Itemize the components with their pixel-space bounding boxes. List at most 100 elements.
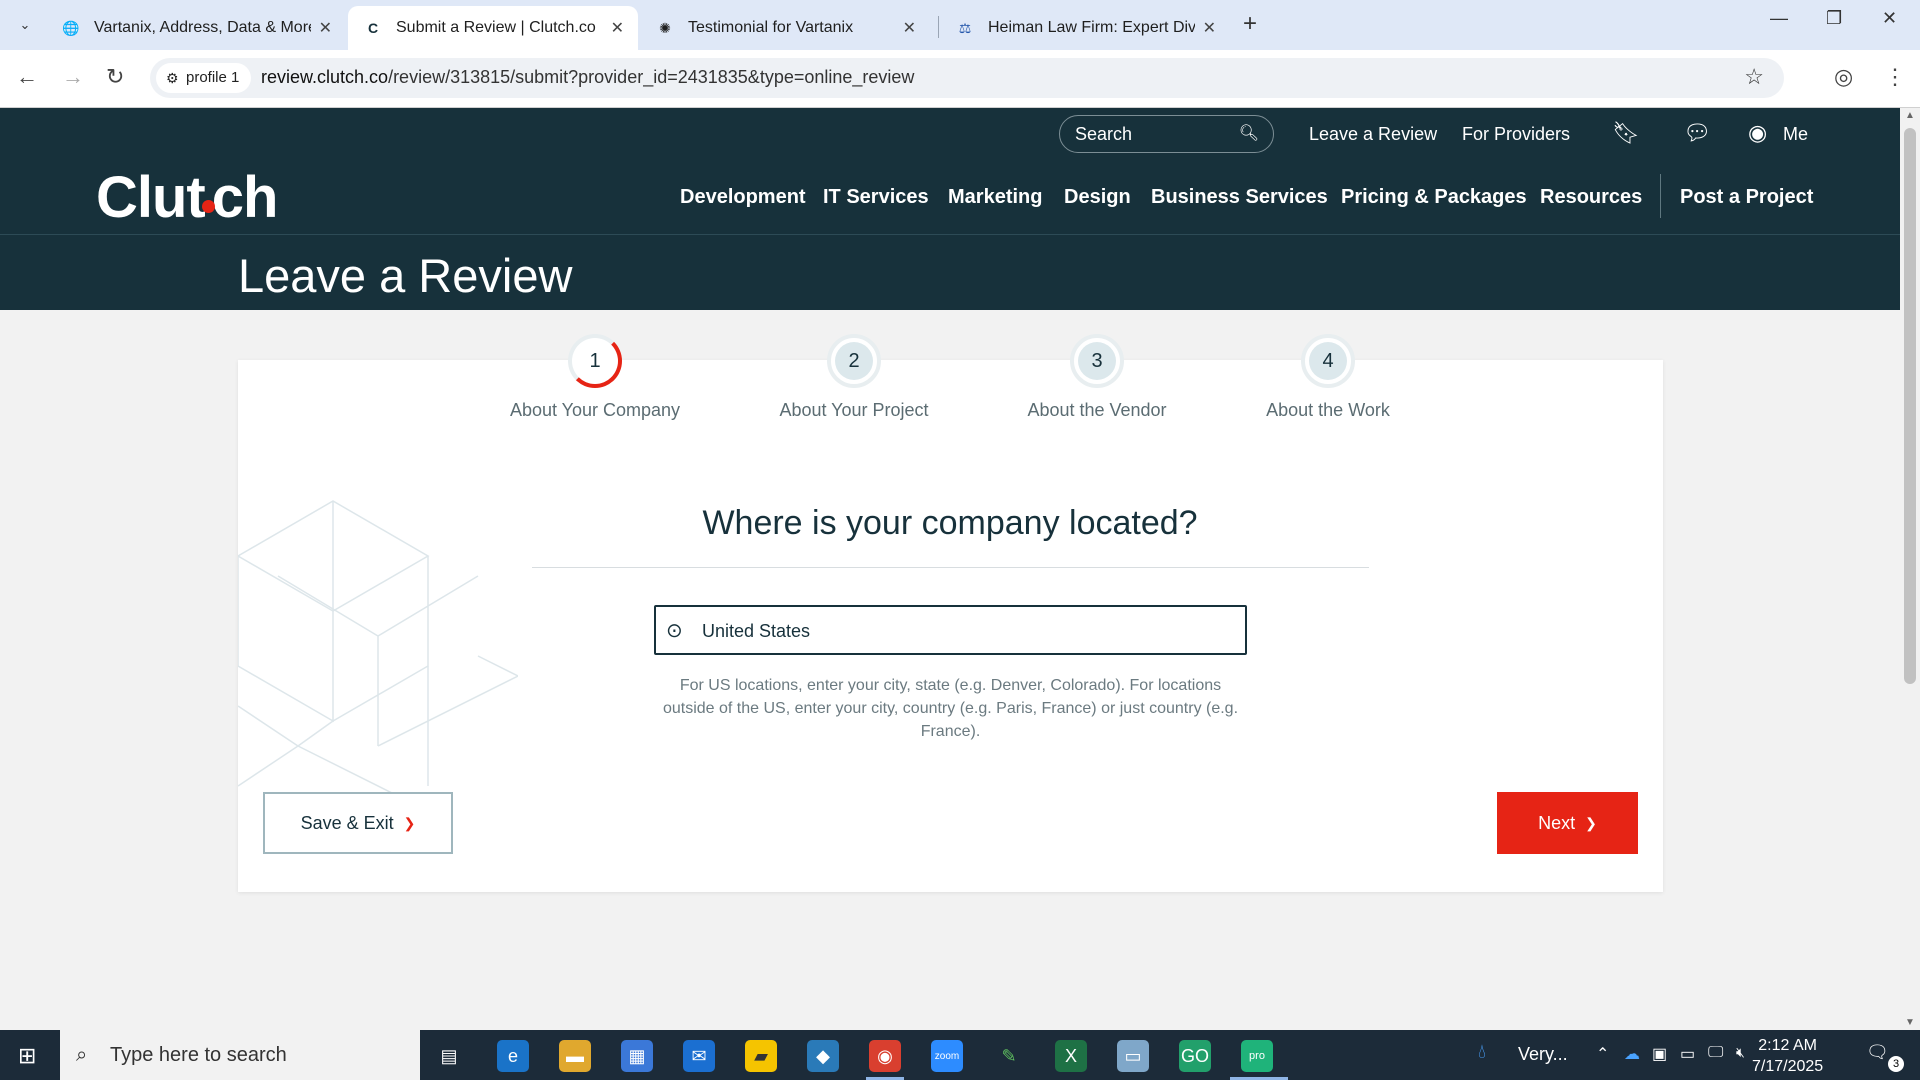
excel-icon[interactable]: X: [1055, 1040, 1087, 1072]
location-pin-icon: ⊙: [666, 620, 683, 642]
close-tab-icon[interactable]: ✕: [1203, 18, 1216, 38]
post-project-link[interactable]: Post a Project: [1680, 186, 1813, 209]
messages-icon[interactable]: 💬︎: [1683, 120, 1711, 146]
app-icon[interactable]: ◆: [807, 1040, 839, 1072]
step-about-company: 1 About Your Company: [495, 334, 695, 421]
nav-pricing-packages[interactable]: Pricing & Packages: [1341, 186, 1527, 209]
bookmark-icon[interactable]: 🔖︎: [1612, 120, 1640, 146]
tab-vartanix[interactable]: 🌐 Vartanix, Address, Data & More ✕: [46, 6, 346, 50]
nav-design[interactable]: Design: [1064, 186, 1131, 209]
taskbar-search[interactable]: ⌕ Type here to search: [60, 1030, 420, 1080]
location-hint: For US locations, enter your city, state…: [662, 677, 1239, 740]
nav-business-services[interactable]: Business Services: [1151, 186, 1328, 209]
network-icon[interactable]: 🖵︎: [1708, 1044, 1723, 1062]
close-window-icon[interactable]: ✕: [1882, 8, 1897, 29]
menu-kebab-icon[interactable]: ⋮: [1884, 64, 1906, 90]
sticky-notes-icon[interactable]: ▰: [745, 1040, 777, 1072]
leave-review-link[interactable]: Leave a Review: [1309, 124, 1437, 145]
step-number: 2: [835, 342, 873, 380]
back-icon[interactable]: ←: [16, 64, 38, 90]
profile-app-icon[interactable]: pro: [1241, 1040, 1273, 1072]
omnibox[interactable]: profile 1 review.clutch.co/review/313815…: [150, 58, 1784, 98]
url-text[interactable]: review.clutch.co/review/313815/submit?pr…: [261, 67, 914, 88]
step-about-vendor: 3 About the Vendor: [997, 334, 1197, 421]
nav-development[interactable]: Development: [680, 186, 806, 209]
step-circle: 4: [1301, 334, 1355, 388]
notepad-icon[interactable]: ▭: [1117, 1040, 1149, 1072]
chevron-right-icon: ❯: [403, 814, 416, 831]
scroll-up-icon[interactable]: ▲: [1905, 110, 1915, 121]
new-tab-icon[interactable]: +: [1243, 10, 1257, 38]
step-label: About the Vendor: [1027, 400, 1167, 420]
nav-divider: [1660, 174, 1661, 218]
for-providers-link[interactable]: For Providers: [1462, 124, 1570, 145]
notification-count-badge: 3: [1888, 1056, 1904, 1072]
user-circle-icon[interactable]: ◉: [1748, 120, 1767, 146]
step-number: 1: [576, 342, 614, 380]
close-tab-icon[interactable]: ✕: [611, 18, 624, 38]
tab-title: Submit a Review | Clutch.co: [396, 19, 596, 36]
tab-heiman-law[interactable]: ⚖ Heiman Law Firm: Expert Divorc ✕: [940, 6, 1230, 50]
close-tab-icon[interactable]: ✕: [319, 18, 332, 38]
nav-resources[interactable]: Resources: [1540, 186, 1642, 209]
weather-text[interactable]: Very...: [1518, 1044, 1568, 1065]
forward-icon[interactable]: →: [62, 64, 84, 90]
tab-title: Testimonial for Vartanix: [688, 19, 854, 36]
chatgpt-icon: ✺: [659, 19, 671, 36]
scrollbar-thumb[interactable]: [1904, 128, 1916, 684]
step-number: 4: [1309, 342, 1347, 380]
file-explorer-icon[interactable]: ▬: [559, 1040, 591, 1072]
weather-icon[interactable]: 💧︎: [1478, 1041, 1486, 1064]
zoom-icon[interactable]: zoom: [931, 1040, 963, 1072]
me-link[interactable]: Me: [1783, 124, 1808, 145]
profile-chip[interactable]: profile 1: [156, 63, 252, 93]
edge-icon[interactable]: e: [497, 1040, 529, 1072]
task-view-icon[interactable]: ▤: [433, 1040, 465, 1072]
onedrive-icon[interactable]: ☁: [1624, 1044, 1640, 1064]
restore-icon[interactable]: ❐: [1826, 8, 1842, 29]
location-input[interactable]: [702, 617, 1222, 645]
save-exit-label: Save & Exit: [300, 812, 394, 833]
close-tab-icon[interactable]: ✕: [903, 18, 916, 38]
site-header: Search 🔍︎ Leave a Review For Providers 🔖…: [0, 108, 1900, 310]
step-circle: 3: [1070, 334, 1124, 388]
goto-icon[interactable]: GO: [1179, 1040, 1211, 1072]
tab-testimonial[interactable]: ✺ Testimonial for Vartanix ✕: [640, 6, 930, 50]
location-field[interactable]: ⊙: [654, 605, 1247, 655]
scroll-down-icon[interactable]: ▼: [1905, 1017, 1915, 1028]
tab-search-dropdown[interactable]: ⌄: [8, 12, 42, 38]
store-icon[interactable]: ▦: [621, 1040, 653, 1072]
notifications-icon[interactable]: 🗨︎: [1866, 1042, 1889, 1063]
clutch-logo[interactable]: Clut ch: [96, 164, 278, 231]
bookmark-star-icon[interactable]: ☆: [1744, 64, 1764, 90]
url-host: review.clutch.co: [261, 67, 389, 87]
mail-icon[interactable]: ✉: [683, 1040, 715, 1072]
site-search-input[interactable]: Search 🔍︎: [1059, 115, 1274, 153]
save-exit-button[interactable]: Save & Exit ❯: [263, 792, 453, 854]
minimize-icon[interactable]: —: [1770, 8, 1788, 29]
search-icon: ⌕: [76, 1044, 88, 1066]
pen-app-icon[interactable]: ✎: [993, 1040, 1025, 1072]
meet-now-icon[interactable]: ▣: [1652, 1044, 1667, 1064]
nav-it-services[interactable]: IT Services: [823, 186, 929, 209]
logo-dot: [201, 200, 215, 213]
nav-marketing[interactable]: Marketing: [948, 186, 1042, 209]
battery-icon[interactable]: ▭: [1680, 1044, 1695, 1064]
step-about-work: 4 About the Work: [1228, 334, 1428, 421]
search-icon[interactable]: 🔍︎: [1239, 116, 1259, 152]
header-divider: [0, 234, 1900, 235]
tab-title: Vartanix, Address, Data & More: [94, 19, 311, 36]
volume-muted-icon[interactable]: 🔇︎: [1736, 1044, 1745, 1061]
tray-chevron-icon[interactable]: ⌃: [1596, 1044, 1609, 1064]
reload-icon[interactable]: ↻: [106, 64, 124, 90]
account-icon[interactable]: ◎: [1834, 64, 1853, 90]
chrome-icon[interactable]: ◉: [869, 1040, 901, 1072]
page-scrollbar[interactable]: ▲ ▼: [1900, 108, 1920, 1030]
tab-clutch-review[interactable]: C Submit a Review | Clutch.co ✕: [348, 6, 638, 50]
next-button[interactable]: Next ❯: [1497, 792, 1638, 854]
step-about-project: 2 About Your Project: [754, 334, 954, 421]
clock[interactable]: 2:12 AM 7/17/2025: [1752, 1035, 1823, 1077]
clock-time: 2:12 AM: [1758, 1037, 1817, 1054]
windows-start-icon[interactable]: ⊞: [18, 1043, 36, 1069]
url-path: /review/313815/submit?provider_id=243183…: [388, 67, 915, 87]
